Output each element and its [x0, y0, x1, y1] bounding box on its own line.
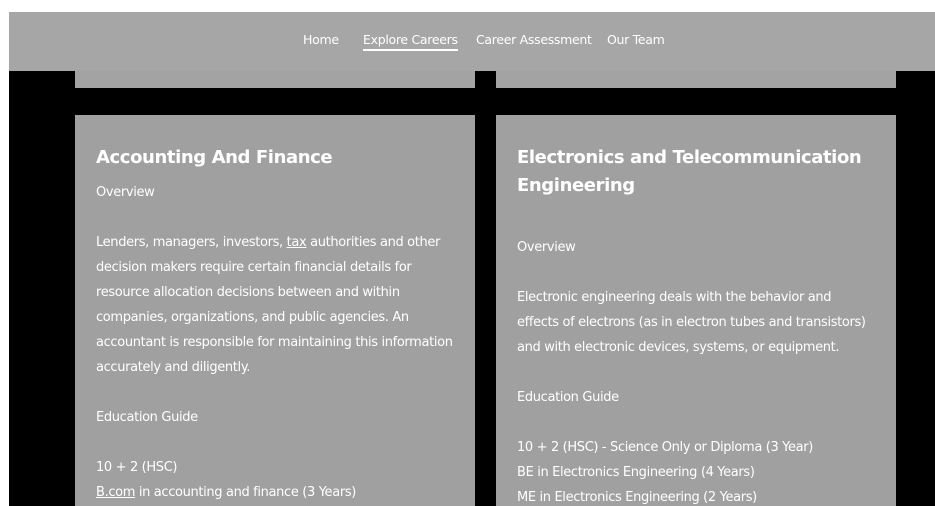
education-guide-label: Education Guide: [517, 390, 619, 405]
previous-card-bottom-left: [75, 71, 475, 88]
education-item: ME in Electronics Engineering (2 Years): [517, 490, 757, 505]
navbar: Home Explore Careers Career Assessment O…: [9, 12, 935, 71]
nav-explore-careers[interactable]: Explore Careers: [363, 32, 458, 51]
nav-our-team[interactable]: Our Team: [607, 32, 665, 47]
bcom-link[interactable]: B.com: [96, 485, 135, 500]
page-background: Home Explore Careers Career Assessment O…: [9, 12, 935, 506]
career-card-electronics: Electronics and Telecommunication Engine…: [496, 115, 896, 506]
education-item: BE in Electronics Engineering (4 Years): [517, 465, 755, 480]
overview-text: Electronic engineering deals with the be…: [517, 290, 866, 355]
nav-home[interactable]: Home: [303, 32, 339, 47]
education-item: 10 + 2 (HSC) - Science Only or Diploma (…: [517, 440, 813, 455]
education-guide-label: Education Guide: [96, 410, 198, 425]
overview-label: Overview: [517, 240, 576, 255]
education-item: 10 + 2 (HSC): [96, 460, 178, 475]
education-item: B.com in accounting and finance (3 Years…: [96, 485, 356, 500]
career-card-accounting: Accounting And Finance Overview Lenders,…: [75, 115, 475, 506]
overview-text: Lenders, managers, investors, tax author…: [96, 235, 453, 375]
card-title: Electronics and Telecommunication Engine…: [517, 147, 862, 196]
nav-career-assessment[interactable]: Career Assessment: [476, 32, 592, 47]
card-title: Accounting And Finance: [96, 147, 333, 168]
tax-link[interactable]: tax: [287, 235, 307, 250]
overview-label: Overview: [96, 185, 155, 200]
previous-card-bottom-right: [496, 71, 896, 88]
